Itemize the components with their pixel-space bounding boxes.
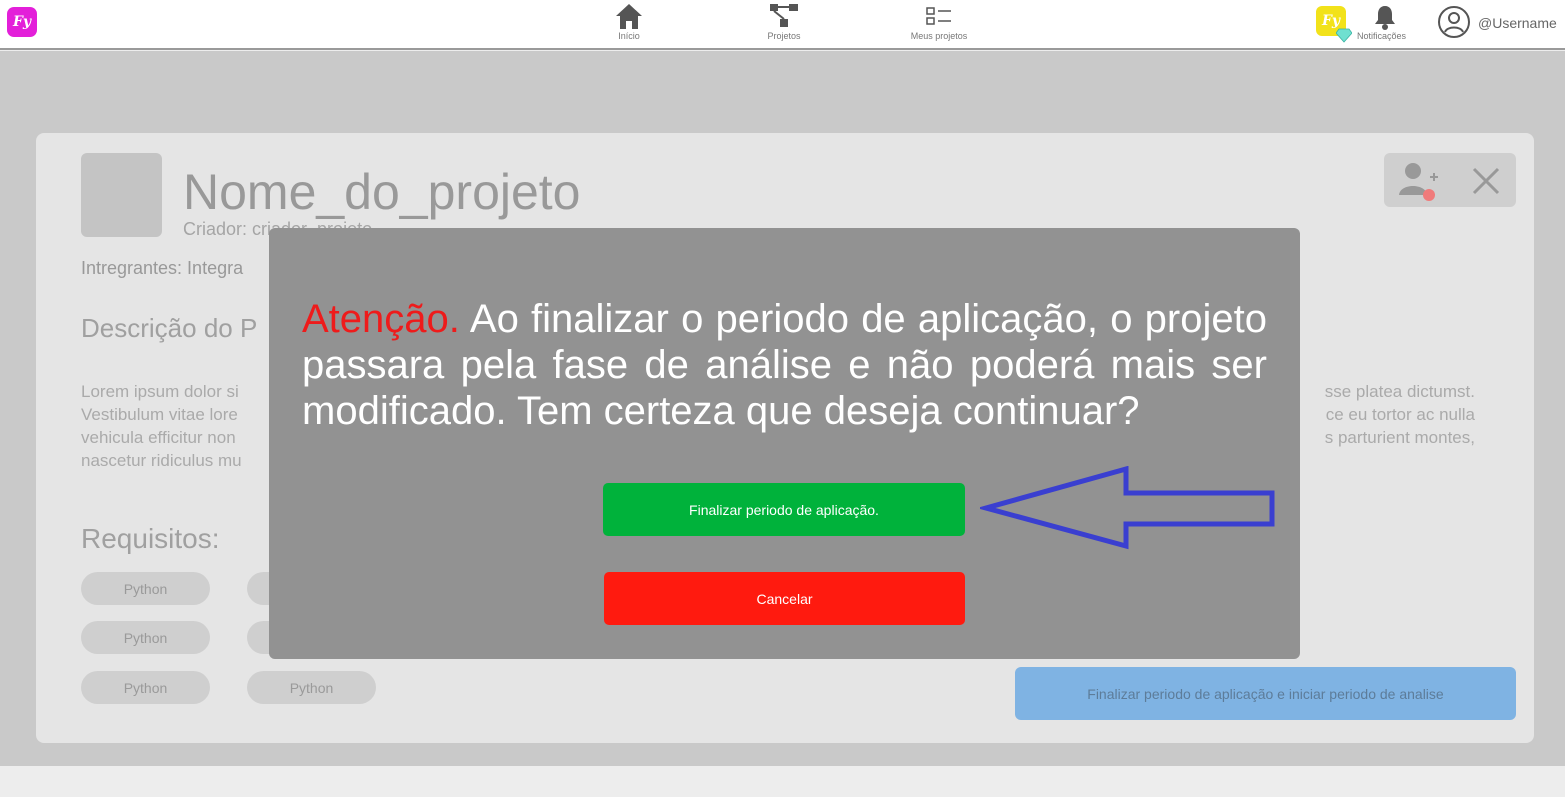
nav-label-inicio: Início	[618, 31, 640, 41]
warning-label: Atenção.	[302, 297, 460, 341]
lorem-line: nascetur ridiculus mu	[81, 451, 242, 470]
list-icon	[926, 7, 951, 25]
nav-item-inicio[interactable]: Início	[608, 0, 650, 41]
top-nav-bar: Fy Início Projetos Meus projetos Fy Noti…	[0, 0, 1565, 50]
home-icon	[616, 4, 642, 29]
user-avatar-icon[interactable]	[1437, 5, 1471, 39]
nav-label-projetos: Projetos	[767, 31, 801, 41]
requirement-chip: Python	[81, 671, 210, 704]
project-thumbnail	[81, 153, 162, 237]
lorem-right-line: sse platea dictumst.	[1324, 382, 1475, 401]
cancel-button[interactable]: Cancelar	[604, 572, 965, 625]
nav-label-meus-projetos: Meus projetos	[910, 31, 968, 41]
username-label[interactable]: @Username	[1478, 15, 1557, 31]
confirmation-modal: Atenção. Ao finalizar o periodo de aplic…	[269, 228, 1300, 659]
requirement-chip: Python	[81, 572, 210, 605]
nav-item-projetos[interactable]: Projetos	[760, 0, 808, 41]
project-members: Intregrantes: Integra	[81, 258, 244, 278]
bell-icon[interactable]	[1372, 3, 1398, 31]
modal-message: Atenção. Ao finalizar o periodo de aplic…	[302, 296, 1267, 434]
gem-icon	[1336, 28, 1352, 43]
confirm-finish-button[interactable]: Finalizar periodo de aplicação.	[603, 483, 965, 536]
app-logo[interactable]: Fy	[7, 7, 37, 37]
description-title: Descrição do P	[81, 313, 258, 343]
lorem-right-line: s parturient montes,	[1324, 428, 1475, 447]
lorem-line: Lorem ipsum dolor si	[81, 382, 239, 401]
requirements-title: Requisitos:	[81, 523, 220, 554]
notifications-label[interactable]: Notificações	[1357, 31, 1406, 41]
close-icon[interactable]	[1472, 167, 1500, 195]
requirement-chip: Python	[247, 671, 376, 704]
lorem-line: vehicula efficitur non	[81, 428, 236, 447]
pointer-arrow-icon	[980, 466, 1275, 550]
lorem-line: Vestibulum vitae lore	[81, 405, 238, 424]
project-title: Nome_do_projeto	[183, 164, 581, 220]
projects-icon	[770, 4, 798, 27]
add-member-icon[interactable]	[1396, 161, 1440, 201]
requirement-chip: Python	[81, 621, 210, 654]
card-action-group	[1384, 153, 1516, 207]
lorem-right-line: ce eu tortor ac nulla	[1325, 405, 1475, 424]
nav-item-meus-projetos[interactable]: Meus projetos	[904, 0, 974, 41]
finish-application-period-button[interactable]: Finalizar periodo de aplicação e iniciar…	[1015, 667, 1516, 720]
